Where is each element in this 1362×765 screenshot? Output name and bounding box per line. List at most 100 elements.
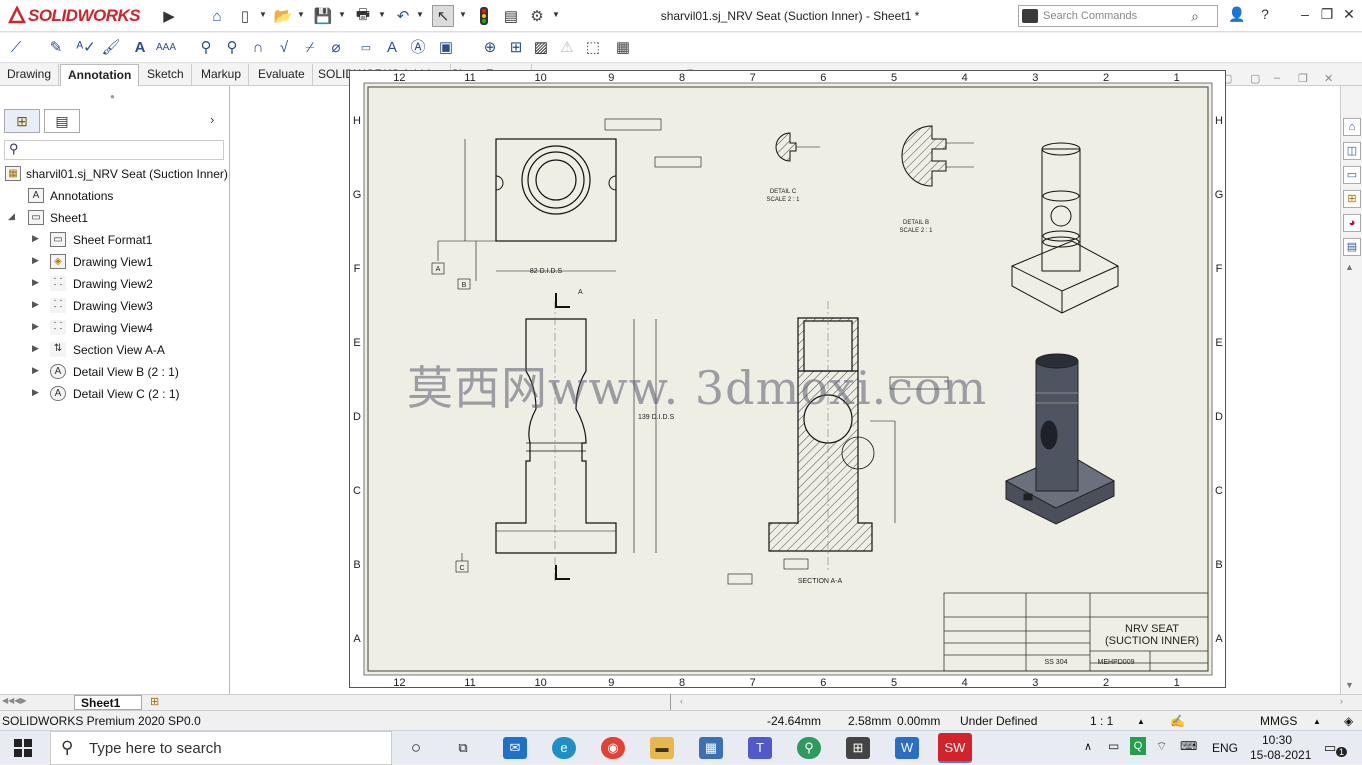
sheet-nav-arrows-icon[interactable]: ◀◀◀▶ <box>2 696 27 705</box>
resources-home-icon[interactable]: ⌂ <box>1343 118 1361 136</box>
print-icon[interactable]: 🖶 <box>352 5 374 27</box>
center-mark-icon[interactable]: ⊕ <box>480 38 500 58</box>
sheet-tab-sheet1[interactable]: Sheet1 <box>74 695 142 710</box>
file-explorer-icon[interactable]: ▬ <box>650 737 674 759</box>
input-language[interactable]: ENG <box>1212 741 1238 755</box>
options-dropdown-icon[interactable]: ▼ <box>552 10 560 19</box>
model-items-icon[interactable]: ✎ <box>46 38 66 58</box>
battery-icon[interactable]: ▭ <box>1108 739 1119 753</box>
tree-item-section-view[interactable]: ▶ ⇅ Section View A-A <box>0 340 230 360</box>
undo-dropdown-icon[interactable]: ▼ <box>416 10 424 19</box>
units-dropdown-icon[interactable]: ▲ <box>1313 717 1321 726</box>
rebuild-status-icon[interactable]: ✍ <box>1170 714 1185 728</box>
feature-manager-tab-icon[interactable]: ⊞ <box>4 109 40 133</box>
taskbar-search-input[interactable]: ⚲ Type here to search <box>50 731 392 765</box>
tab-annotation[interactable]: Annotation <box>60 64 140 86</box>
tree-item-drawing-view[interactable]: ▶ ◈ Drawing View1 <box>0 252 230 272</box>
notification-icon[interactable]: ▭ <box>1324 740 1336 756</box>
wifi-icon[interactable]: ⌔ <box>1156 739 1167 754</box>
clock-date[interactable]: 15-08-2021 <box>1250 748 1311 762</box>
search-commands-input[interactable]: Search Commands ⌕ <box>1018 5 1218 27</box>
expand-arrow-icon[interactable]: ▶ <box>32 343 39 354</box>
expand-arrow-icon[interactable]: ▶ <box>32 277 39 288</box>
scroll-split-icon[interactable] <box>670 694 671 710</box>
format-painter-icon[interactable]: 🖌 <box>101 38 121 58</box>
smart-dimension-icon[interactable]: ⟋ <box>6 38 26 58</box>
tree-item-sheet1[interactable]: ◢ ▭ Sheet1 <box>0 208 230 228</box>
calculator-icon[interactable]: ▦ <box>699 737 723 759</box>
expand-arrow-icon[interactable]: ▶ <box>32 365 39 376</box>
view-palette-icon[interactable]: ⊞ <box>1343 190 1361 208</box>
file-explorer-icon[interactable]: ▭ <box>1343 166 1361 184</box>
revision-cloud-icon[interactable]: ⬚ <box>583 38 603 58</box>
unit-system[interactable]: MMGS <box>1260 714 1297 728</box>
select-cursor-icon[interactable]: ↖ <box>432 5 454 27</box>
property-manager-tab-icon[interactable]: ▤ <box>44 109 80 133</box>
h-scroll-right-icon[interactable]: › <box>1340 696 1343 706</box>
scale-dropdown-icon[interactable]: ▲ <box>1137 717 1145 726</box>
restore-icon[interactable]: ❐ <box>1316 6 1338 23</box>
tree-item-drawing-view[interactable]: ▶ ⸬ Drawing View2 <box>0 274 230 294</box>
expand-arrow-icon[interactable]: ▶ <box>32 233 39 244</box>
options-gear-icon[interactable]: ⚙ <box>526 5 548 27</box>
tab-evaluate[interactable]: Evaluate <box>251 64 313 86</box>
scroll-up-arrow-icon[interactable]: ▲ <box>1345 262 1354 272</box>
rebuild-traffic-light-icon[interactable] <box>473 5 495 27</box>
expand-arrow-icon[interactable]: ▶ <box>32 321 39 332</box>
area-hatch-icon[interactable]: ▨ <box>531 38 551 58</box>
print-dropdown-icon[interactable]: ▼ <box>378 10 386 19</box>
search-icon[interactable]: ⌕ <box>1191 8 1199 25</box>
status-popup-icon[interactable]: ◈ <box>1344 714 1353 728</box>
scroll-down-arrow-icon[interactable]: ▼ <box>1345 680 1354 690</box>
store-icon[interactable]: ⊞ <box>846 737 870 759</box>
view-restore-icon[interactable]: ❐ <box>1298 72 1308 85</box>
linear-note-pattern-icon[interactable]: AAA <box>156 38 176 58</box>
tree-item-drawing-view[interactable]: ▶ ⸬ Drawing View3 <box>0 296 230 316</box>
save-icon[interactable]: 💾 <box>312 5 334 27</box>
search-scope-icon[interactable] <box>1022 9 1038 23</box>
help-icon[interactable]: ? <box>1254 6 1276 22</box>
new-document-icon[interactable]: ▯ <box>234 5 256 27</box>
new-dropdown-icon[interactable]: ▼ <box>259 10 267 19</box>
design-library-icon[interactable]: ◫ <box>1343 142 1361 160</box>
expand-arrow-icon[interactable]: ▶ <box>32 255 39 266</box>
balloon-icon[interactable]: ⚲ <box>196 38 216 58</box>
tab-sketch[interactable]: Sketch <box>140 64 192 86</box>
tab-drawing[interactable]: Drawing <box>0 64 60 86</box>
tree-item-annotations[interactable]: A Annotations <box>0 186 230 206</box>
select-dropdown-icon[interactable]: ▼ <box>459 10 467 19</box>
dimension-82[interactable]: 82 D.I.D.S <box>530 268 563 275</box>
add-sheet-icon[interactable]: ⊞ <box>150 695 159 708</box>
auto-balloon-icon[interactable]: ⚲ <box>222 38 242 58</box>
tile-icon[interactable]: ▢ <box>1250 72 1260 85</box>
tree-item-detail-view[interactable]: ▶ A Detail View C (2 : 1) <box>0 384 230 404</box>
undo-icon[interactable]: ↶ <box>392 5 414 27</box>
menu-expand-arrow-icon[interactable]: ▶ <box>158 5 180 27</box>
view-close-icon[interactable]: ✕ <box>1324 72 1333 85</box>
tray-expand-icon[interactable]: ∧ <box>1084 740 1092 753</box>
magnetic-line-icon[interactable]: ∩ <box>248 38 268 58</box>
solidworks-taskbar-icon[interactable]: SW <box>938 733 972 763</box>
note-icon[interactable]: A <box>130 38 150 58</box>
open-dropdown-icon[interactable]: ▼ <box>297 10 305 19</box>
expand-arrow-icon[interactable]: ▶ <box>32 299 39 310</box>
panel-expand-arrow-icon[interactable]: › <box>210 112 214 127</box>
tree-filter-input[interactable]: ⚲ <box>4 140 224 160</box>
tables-icon[interactable]: ▦ <box>613 38 633 58</box>
windows-start-icon[interactable] <box>14 739 32 760</box>
file-properties-icon[interactable]: ▤ <box>500 5 522 27</box>
home-icon[interactable]: ⌂ <box>206 5 228 27</box>
sheet-scale[interactable]: 1 : 1 <box>1090 714 1113 728</box>
collapse-arrow-icon[interactable]: ◢ <box>8 211 15 222</box>
surface-finish-icon[interactable]: √ <box>274 38 294 58</box>
blocks-icon[interactable]: ▣ <box>436 38 456 58</box>
tree-item-detail-view[interactable]: ▶ A Detail View B (2 : 1) <box>0 362 230 382</box>
keyboard-icon[interactable]: ⌨ <box>1180 739 1197 753</box>
word-icon[interactable]: W <box>895 737 919 759</box>
maps-icon[interactable]: ⚲ <box>797 737 821 759</box>
tree-root-item[interactable]: ▦ sharvil01.sj_NRV Seat (Suction Inner) <box>0 164 230 184</box>
user-icon[interactable]: 👤 <box>1226 6 1248 23</box>
expand-arrow-icon[interactable]: ▶ <box>32 387 39 398</box>
clock-time[interactable]: 10:30 <box>1262 733 1292 747</box>
solidworks-logo[interactable]: SOLIDWORKS <box>8 6 141 26</box>
